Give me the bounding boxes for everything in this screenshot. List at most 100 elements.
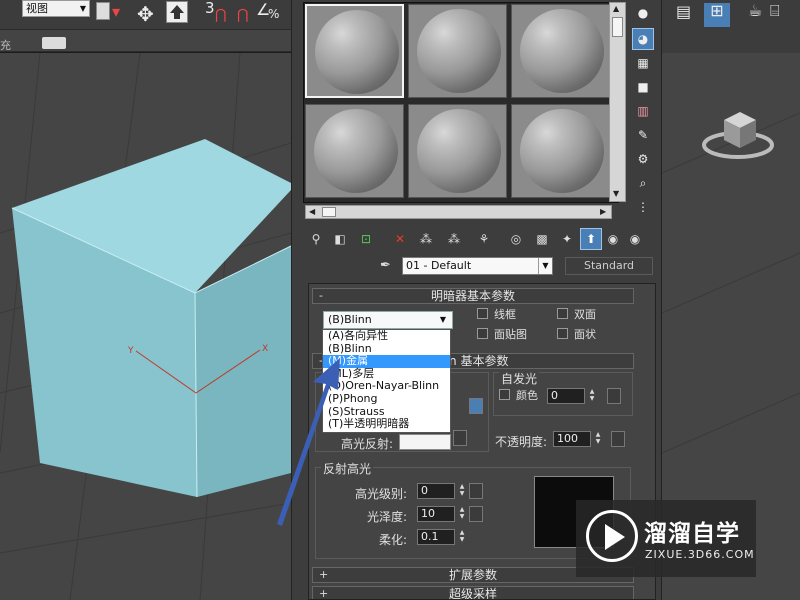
material-slot[interactable] <box>511 104 610 198</box>
shader-option[interactable]: (P)Phong <box>323 392 450 406</box>
chevron-down-icon[interactable]: ▼ <box>538 258 552 274</box>
soften-value[interactable]: 0.1 <box>417 529 455 545</box>
material-options-icon[interactable]: ◉ <box>624 228 646 250</box>
video-color-check-icon[interactable]: ▥ <box>632 100 654 122</box>
specular-level-value[interactable]: 0 <box>417 483 455 499</box>
material-side-toolbar: ● ◕ ▦ ■ ▥ ✎ ⚙ ⌕ ⋮ <box>632 2 654 217</box>
material-slot[interactable] <box>305 104 404 198</box>
render-frame-icon[interactable]: ⌸ <box>770 3 780 19</box>
wire-checkbox[interactable]: 线框 <box>477 308 516 322</box>
backlight-icon[interactable]: ◕ <box>632 28 654 50</box>
spinner-snap-icon[interactable]: % <box>268 8 279 20</box>
svg-text:X: X <box>262 344 268 354</box>
material-slot[interactable] <box>305 4 404 98</box>
show-map-in-viewport-icon[interactable]: ▩ <box>531 228 553 250</box>
options-icon[interactable]: ⚙ <box>632 148 654 170</box>
sample-type-icon[interactable]: ● <box>632 2 654 24</box>
shader-option[interactable]: (M)金属 <box>323 355 450 368</box>
snap-toggle-icon[interactable]: 3 <box>205 1 215 16</box>
material-id-channel-icon[interactable]: ◎ <box>505 228 527 250</box>
face-map-checkbox[interactable]: 面贴图 <box>477 328 527 342</box>
material-name-field[interactable]: 01 - Default ▼ <box>402 257 553 275</box>
spinner-arrows-icon[interactable]: ▲ ▼ <box>457 529 467 545</box>
make-unique-icon[interactable]: ⁂ <box>443 228 465 250</box>
background-icon[interactable]: ▦ <box>632 52 654 74</box>
put-to-library-icon[interactable]: ⚘ <box>473 228 495 250</box>
scroll-thumb[interactable] <box>322 207 336 217</box>
layer-icon[interactable]: ▤ <box>676 4 691 20</box>
material-sphere <box>315 10 399 94</box>
right-toolbar: ▤ ⊞ ☕ ⌸ <box>662 0 800 53</box>
assign-to-selection-icon[interactable]: ⊡ <box>355 228 377 250</box>
chevron-down-icon: ▼ <box>439 315 446 324</box>
specular-level-map-button[interactable] <box>469 483 483 499</box>
opacity-value[interactable]: 100 <box>553 431 591 447</box>
glossiness-value[interactable]: 10 <box>417 506 455 522</box>
material-slot[interactable] <box>408 104 507 198</box>
spinner-arrows-icon[interactable]: ▲ ▼ <box>457 506 467 522</box>
get-material-icon[interactable]: ⚲ <box>305 228 327 250</box>
shader-type-dropdown-list[interactable]: (A)各向异性 (B)Blinn (M)金属 (ML)多层 (O)Oren-Nayar-… <box>322 329 451 433</box>
show-end-result-icon[interactable]: ✦ <box>556 228 578 250</box>
go-forward-to-sibling-icon[interactable]: ◉ <box>602 228 624 250</box>
material-slot[interactable] <box>511 4 610 98</box>
render-setup-icon[interactable]: ☕ <box>748 3 762 19</box>
scroll-down-icon[interactable]: ▼ <box>613 189 619 198</box>
select-icon[interactable] <box>96 2 110 20</box>
scroll-left-icon[interactable]: ◀ <box>309 207 315 216</box>
select-region-icon[interactable]: ▾ <box>112 4 120 20</box>
shader-option[interactable]: (A)各向异性 <box>323 329 450 343</box>
put-to-scene-icon[interactable]: ◧ <box>329 228 351 250</box>
viewport-dropdown[interactable]: 视图 ▼ <box>22 0 90 17</box>
self-illum-value[interactable]: 0 <box>547 388 585 404</box>
opacity-map-button[interactable] <box>611 431 625 447</box>
shader-type-dropdown[interactable]: (B)Blinn ▼ <box>323 311 453 329</box>
specular-map-button[interactable] <box>453 430 467 446</box>
slots-horizontal-scrollbar[interactable]: ◀ ▶ <box>305 205 612 219</box>
move-icon[interactable]: ✥ <box>137 4 154 24</box>
material-sphere <box>314 109 398 193</box>
scroll-thumb[interactable] <box>612 17 623 37</box>
make-copy-icon[interactable]: ⁂ <box>415 228 437 250</box>
select-manipulate-icon[interactable] <box>166 1 188 23</box>
material-slots <box>303 2 619 203</box>
watermark: 溜溜自学 ZIXUE.3D66.COM <box>576 500 756 577</box>
material-bottom-toolbar: ⚲ ◧ ⊡ ✕ ⁂ ⁂ ⚘ ◎ ▩ ✦ ⬆ ◉ ◉ <box>305 228 645 252</box>
spinner-arrows-icon[interactable]: ▲ ▼ <box>457 483 467 499</box>
material-sphere <box>417 109 501 193</box>
material-type-button[interactable]: Standard <box>565 257 653 275</box>
go-to-parent-icon[interactable]: ⬆ <box>580 228 602 250</box>
spinner-arrows-icon[interactable]: ▲ ▼ <box>593 431 603 447</box>
material-sphere <box>520 109 604 193</box>
material-sphere <box>520 9 604 93</box>
scroll-up-icon[interactable]: ▲ <box>613 4 619 13</box>
self-illum-color-checkbox[interactable]: 颜色 <box>499 389 538 403</box>
lock-icon[interactable] <box>469 398 483 414</box>
material-map-navigator-icon[interactable]: ⋮ <box>632 196 654 218</box>
shader-option[interactable]: (T)半透明明暗器 <box>323 418 450 431</box>
angle-snap-icon[interactable]: ⋂ <box>237 8 248 22</box>
rollout-supersampling[interactable]: + 超级采样 <box>312 586 634 599</box>
self-illum-map-button[interactable] <box>607 388 621 404</box>
chevron-down-icon: ▼ <box>79 4 86 13</box>
magnet-icon[interactable]: ⋂ <box>215 8 226 22</box>
cube-right-face <box>195 246 291 497</box>
spinner-arrows-icon[interactable]: ▲ ▼ <box>587 388 597 404</box>
material-slot[interactable] <box>408 4 507 98</box>
sample-uv-tiling-icon[interactable]: ■ <box>632 76 654 98</box>
scroll-right-icon[interactable]: ▶ <box>600 207 606 216</box>
svg-text:Y: Y <box>127 346 134 356</box>
rollout-shader-basic[interactable]: - 明暗器基本参数 <box>312 288 634 304</box>
slots-vertical-scrollbar[interactable]: ▲ ▼ <box>609 2 626 202</box>
make-preview-icon[interactable]: ✎ <box>632 124 654 146</box>
specular-color-swatch[interactable] <box>399 434 451 450</box>
faceted-checkbox[interactable]: 面状 <box>557 328 596 342</box>
select-by-material-icon[interactable]: ⌕ <box>632 172 654 194</box>
reset-map-icon[interactable]: ✕ <box>389 228 411 250</box>
material-editor-icon[interactable]: ⊞ <box>704 3 730 27</box>
eyedropper-icon[interactable]: ✒ <box>380 258 391 273</box>
viewcube-icon[interactable] <box>700 100 780 170</box>
glossiness-map-button[interactable] <box>469 506 483 522</box>
material-sphere <box>417 9 501 93</box>
two-sided-checkbox[interactable]: 双面 <box>557 308 596 322</box>
